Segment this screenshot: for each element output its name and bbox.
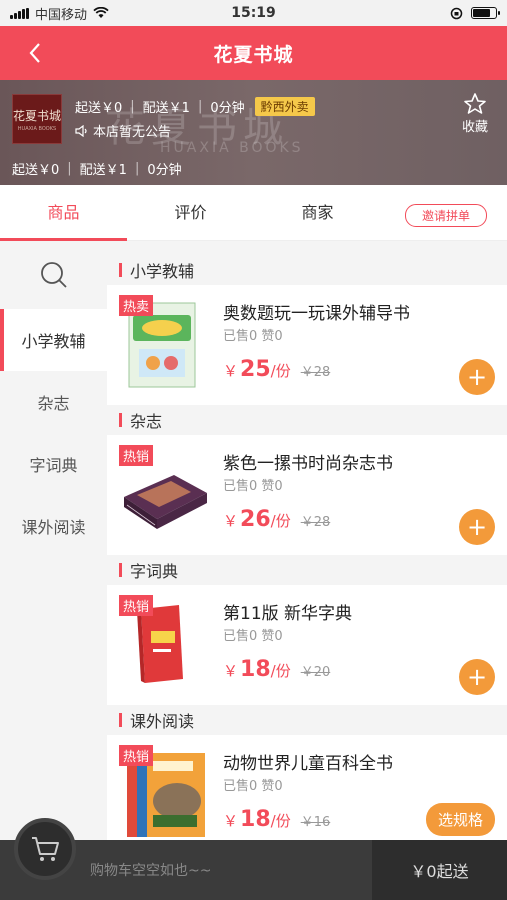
delivery-fee-repeat: 配送￥1 bbox=[79, 163, 127, 178]
wifi-icon bbox=[93, 7, 109, 18]
shop-logo-subtext: HUAXIA BOOKS bbox=[17, 125, 57, 132]
status-bar: 中国移动 15:19 bbox=[0, 0, 507, 26]
cart-empty-text: 购物车空空如也~~ bbox=[90, 863, 212, 879]
section-header: 小学教辅 bbox=[107, 255, 507, 285]
page-title: 花夏书城 bbox=[213, 43, 294, 66]
price-unit: /份 bbox=[270, 812, 291, 830]
shop-logo: 花夏书城 HUAXIA BOOKS bbox=[12, 94, 62, 144]
product-stats: 已售0 赞0 bbox=[223, 329, 283, 344]
back-button[interactable] bbox=[20, 38, 50, 68]
price-currency: ￥ bbox=[223, 512, 239, 530]
price-value: 18 bbox=[240, 807, 271, 832]
shop-delivery-info-repeat: 起送￥0 | 配送￥1 | 0分钟 bbox=[12, 161, 182, 178]
product-item[interactable]: 热销 第11版 新华字典 已售0 赞0 ￥ 18 /份 ￥20 + bbox=[107, 585, 507, 705]
favorite-button[interactable]: 收藏 bbox=[455, 92, 495, 135]
price-currency: ￥ bbox=[223, 362, 239, 380]
section-title: 字词典 bbox=[130, 562, 179, 581]
tab-merchant[interactable]: 商家 bbox=[254, 185, 381, 241]
price-unit: /份 bbox=[270, 512, 291, 530]
rotation-lock-icon bbox=[450, 7, 463, 19]
product-name: 奥数题玩一玩课外辅导书 bbox=[223, 304, 410, 324]
sidebar-item-magazines[interactable]: 杂志 bbox=[0, 371, 107, 433]
sidebar-item-extracurricular[interactable]: 课外阅读 bbox=[0, 495, 107, 557]
delivery-time-repeat: 0分钟 bbox=[147, 163, 182, 178]
cart-button[interactable] bbox=[14, 818, 76, 880]
section-title: 杂志 bbox=[130, 412, 163, 431]
tab-products[interactable]: 商品 bbox=[0, 185, 127, 241]
sidebar-item-primary-tutoring[interactable]: 小学教辅 bbox=[0, 309, 107, 371]
search-icon bbox=[40, 262, 67, 288]
section-header: 课外阅读 bbox=[107, 705, 507, 735]
product-item[interactable]: 热销 动物世界儿童百科全书 已售0 赞0 ￥ 18 /份 ￥16 选规格 bbox=[107, 735, 507, 840]
star-icon bbox=[464, 93, 486, 114]
chevron-left-icon bbox=[29, 43, 40, 63]
price-unit: /份 bbox=[270, 662, 291, 680]
select-spec-button[interactable]: 选规格 bbox=[425, 803, 495, 836]
shop-logo-text: 花夏书城 bbox=[13, 108, 62, 123]
original-price: ￥20 bbox=[300, 665, 331, 680]
original-price: ￥28 bbox=[300, 365, 331, 380]
original-price: ￥16 bbox=[300, 815, 331, 830]
product-price: ￥ 25 /份 ￥28 bbox=[223, 357, 330, 382]
shop-delivery-info: 起送￥0 | 配送￥1 | 0分钟 黔西外卖 bbox=[75, 97, 315, 116]
product-stats: 已售0 赞0 bbox=[223, 779, 283, 794]
signal-icon bbox=[10, 7, 29, 19]
product-price: ￥ 18 /份 ￥20 bbox=[223, 657, 330, 682]
cart-bar: 购物车空空如也~~ ￥0起送 bbox=[0, 818, 507, 900]
product-name: 第11版 新华字典 bbox=[223, 604, 353, 624]
favorite-label: 收藏 bbox=[461, 120, 488, 135]
tab-reviews[interactable]: 评价 bbox=[127, 185, 254, 241]
section-title: 小学教辅 bbox=[130, 262, 195, 281]
shop-banner: 花夏书城 HUAXIA BOOKS 花夏书城 HUAXIA BOOKS 起送￥0… bbox=[0, 80, 507, 185]
hot-badge: 热卖 bbox=[119, 295, 154, 316]
price-value: 18 bbox=[240, 657, 271, 682]
section-title: 课外阅读 bbox=[130, 712, 195, 731]
add-to-cart-button[interactable]: + bbox=[459, 509, 495, 545]
product-stats: 已售0 赞0 bbox=[223, 479, 283, 494]
carrier-label: 中国移动 bbox=[35, 7, 88, 23]
product-price: ￥ 26 /份 ￥28 bbox=[223, 507, 330, 532]
tab-bar: 商品 评价 商家 邀请拼单 bbox=[0, 185, 507, 241]
price-value: 25 bbox=[240, 357, 271, 382]
shop-notice: 本店暂无公告 bbox=[75, 121, 171, 140]
checkout-button[interactable]: ￥0起送 bbox=[372, 840, 507, 900]
speaker-icon bbox=[75, 124, 87, 137]
notice-text: 本店暂无公告 bbox=[93, 125, 172, 140]
status-time: 15:19 bbox=[231, 5, 276, 21]
battery-icon bbox=[471, 7, 500, 19]
category-search-button[interactable] bbox=[0, 241, 107, 309]
product-stats: 已售0 赞0 bbox=[223, 629, 283, 644]
price-unit: /份 bbox=[270, 362, 291, 380]
delivery-fee: 配送￥1 bbox=[142, 101, 190, 116]
hot-badge: 热销 bbox=[119, 595, 154, 616]
add-to-cart-button[interactable]: + bbox=[459, 359, 495, 395]
price-currency: ￥ bbox=[223, 662, 239, 680]
hot-badge: 热销 bbox=[119, 445, 154, 466]
product-list: 小学教辅 热卖 奥数题玩一玩课外辅导书 已售0 赞0 ￥ 25 /份 ￥28 +… bbox=[107, 255, 507, 840]
product-item[interactable]: 热销 紫色一摞书时尚杂志书 已售0 赞0 ￥ 26 /份 ￥28 + bbox=[107, 435, 507, 555]
add-to-cart-button[interactable]: + bbox=[459, 659, 495, 695]
nav-bar: 花夏书城 bbox=[0, 26, 507, 80]
price-currency: ￥ bbox=[223, 812, 239, 830]
section-header: 字词典 bbox=[107, 555, 507, 585]
min-order: 起送￥0 bbox=[75, 101, 123, 116]
product-price: ￥ 18 /份 ￥16 bbox=[223, 807, 330, 832]
original-price: ￥28 bbox=[300, 515, 331, 530]
hot-badge: 热销 bbox=[119, 745, 154, 766]
product-item[interactable]: 热卖 奥数题玩一玩课外辅导书 已售0 赞0 ￥ 25 /份 ￥28 + bbox=[107, 285, 507, 405]
delivery-time: 0分钟 bbox=[210, 101, 245, 116]
shopping-cart-icon bbox=[32, 837, 59, 861]
category-sidebar: 小学教辅 杂志 字词典 课外阅读 bbox=[0, 241, 107, 900]
delivery-tag: 黔西外卖 bbox=[254, 97, 315, 116]
sidebar-item-dictionaries[interactable]: 字词典 bbox=[0, 433, 107, 495]
product-name: 动物世界儿童百科全书 bbox=[223, 754, 393, 774]
price-value: 26 bbox=[240, 507, 271, 532]
section-header: 杂志 bbox=[107, 405, 507, 435]
product-name: 紫色一摞书时尚杂志书 bbox=[223, 454, 393, 474]
invite-group-order-button[interactable]: 邀请拼单 bbox=[404, 204, 487, 227]
banner-watermark-subtitle: HUAXIA BOOKS bbox=[160, 140, 304, 156]
min-order-repeat: 起送￥0 bbox=[12, 163, 60, 178]
